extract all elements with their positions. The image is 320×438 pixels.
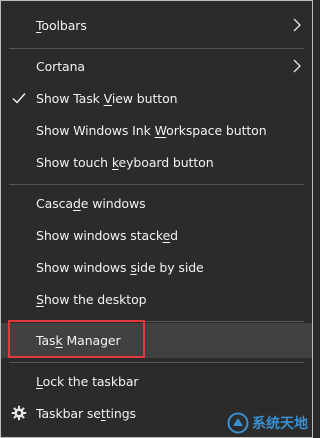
gear-icon [11,405,27,421]
menu-item-show-windows-stacked[interactable]: Show windows stacked [1,219,312,251]
menu-item-show-the-desktop[interactable]: Show the desktop [1,283,312,315]
menu-item-show-windows-ink-workspace-button[interactable]: Show Windows Ink Workspace button [1,114,312,146]
menu-item-lock-the-taskbar[interactable]: Lock the taskbar [1,365,312,397]
menu-item-show-windows-side-by-side[interactable]: Show windows side by side [1,251,312,283]
menu-item-show-touch-keyboard-button-label: Show touch keyboard button [36,154,214,170]
chevron-right-icon [293,59,301,73]
separator [9,362,304,363]
separator [9,48,304,49]
menu-item-cortana-label: Cortana [36,58,85,74]
menu-item-show-task-view-button[interactable]: Show Task View button [1,82,312,114]
menu-item-show-windows-side-by-side-label: Show windows side by side [36,259,204,275]
menu-item-show-windows-stacked-label: Show windows stacked [36,227,178,243]
menu-item-cascade-windows[interactable]: Cascade windows [1,187,312,219]
separator [9,321,304,322]
chevron-right-icon [293,18,301,32]
menu-item-toolbars-label: Toolbars [36,17,87,33]
menu-item-taskbar-settings-label: Taskbar settings [36,405,136,421]
menu-item-task-manager[interactable]: Task Manager [1,323,312,358]
separator [9,184,304,185]
menu-item-show-windows-ink-workspace-button-label: Show Windows Ink Workspace button [36,122,267,138]
checkmark-icon [12,93,26,104]
menu-item-cortana[interactable]: Cortana [1,50,312,82]
menu-item-show-the-desktop-label: Show the desktop [36,291,147,307]
menu-item-lock-the-taskbar-label: Lock the taskbar [36,373,139,389]
menu-item-cascade-windows-label: Cascade windows [36,195,146,211]
watermark-logo-icon [227,412,249,434]
menu-item-show-touch-keyboard-button[interactable]: Show touch keyboard button [1,146,312,178]
menu-item-toolbars[interactable]: Toolbars [1,9,312,41]
watermark: 系统天地 [227,412,308,434]
menu-item-task-manager-label: Task Manager [36,333,121,348]
watermark-text: 系统天地 [252,416,308,432]
taskbar-context-menu: Toolbars Cortana Show Task View button S… [0,0,313,438]
menu-item-show-task-view-button-label: Show Task View button [36,90,178,106]
